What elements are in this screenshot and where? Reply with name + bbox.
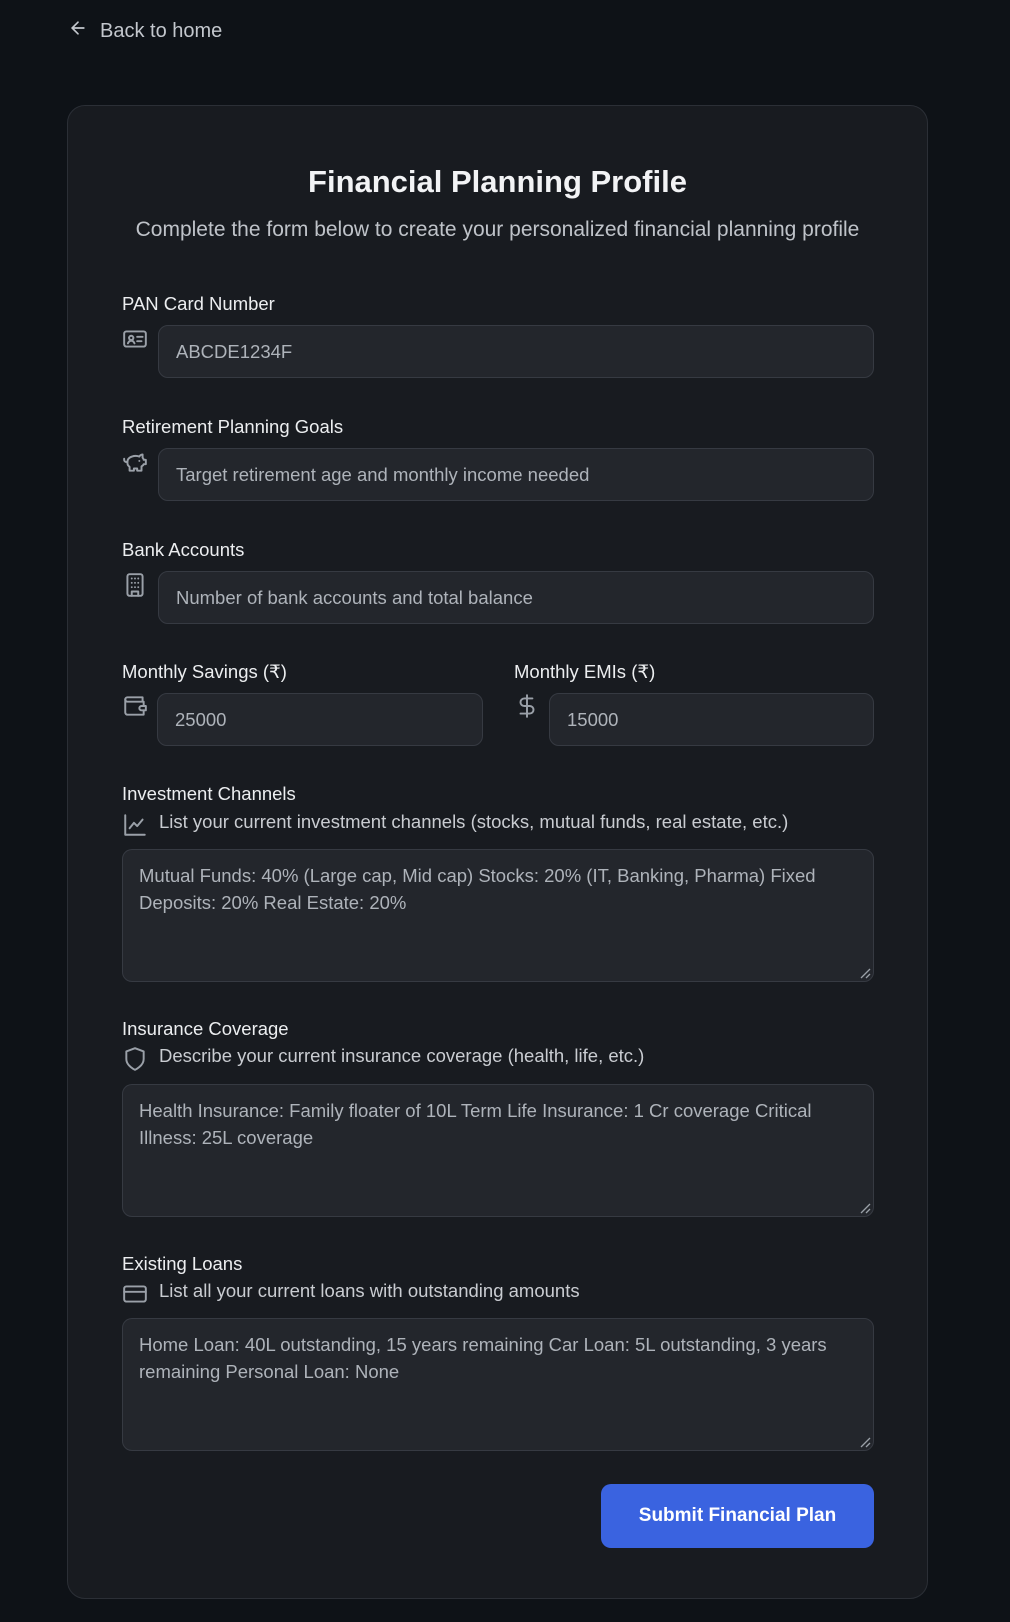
existing-loans-text: Home Loan: 40L outstanding, 15 years rem… xyxy=(139,1334,827,1382)
id-card-icon xyxy=(122,326,148,352)
arrow-left-icon xyxy=(68,18,88,44)
credit-card-icon xyxy=(122,1281,148,1307)
resize-handle-icon[interactable] xyxy=(857,1200,871,1214)
dollar-icon xyxy=(514,693,540,719)
monthly-emis-input[interactable]: 15000 xyxy=(549,693,874,746)
page-subtitle: Complete the form below to create your p… xyxy=(135,218,860,241)
back-to-home-link[interactable]: Back to home xyxy=(68,18,222,44)
resize-handle-icon[interactable] xyxy=(857,965,871,979)
insurance-coverage-hint: Describe your current insurance coverage… xyxy=(159,1045,645,1066)
bank-accounts-input[interactable]: Number of bank accounts and total balanc… xyxy=(158,571,874,624)
page-title: Financial Planning Profile xyxy=(308,164,687,199)
shield-icon xyxy=(122,1046,148,1072)
retirement-label: Retirement Planning Goals xyxy=(122,416,344,437)
monthly-savings-label: Monthly Savings (₹) xyxy=(122,661,287,682)
back-to-home-label: Back to home xyxy=(100,19,223,42)
insurance-coverage-label: Insurance Coverage xyxy=(122,1018,289,1039)
investment-channels-label: Investment Channels xyxy=(122,783,296,804)
submit-financial-plan-button[interactable]: Submit Financial Plan xyxy=(601,1484,874,1548)
investment-channels-hint: List your current investment channels (s… xyxy=(159,811,789,832)
line-chart-icon xyxy=(122,812,148,838)
piggy-bank-icon xyxy=(122,449,148,475)
profile-form-card: Financial Planning Profile Complete the … xyxy=(67,105,928,1599)
existing-loans-label: Existing Loans xyxy=(122,1253,243,1274)
insurance-coverage-text: Health Insurance: Family floater of 10L … xyxy=(139,1100,812,1148)
investment-channels-textarea[interactable]: Mutual Funds: 40% (Large cap, Mid cap) S… xyxy=(122,849,874,982)
investment-channels-text: Mutual Funds: 40% (Large cap, Mid cap) S… xyxy=(139,865,816,913)
resize-handle-icon[interactable] xyxy=(857,1434,871,1448)
monthly-emis-label: Monthly EMIs (₹) xyxy=(514,661,656,682)
monthly-savings-input[interactable]: 25000 xyxy=(157,693,483,746)
insurance-coverage-textarea[interactable]: Health Insurance: Family floater of 10L … xyxy=(122,1084,874,1217)
pan-input[interactable]: ABCDE1234F xyxy=(158,325,874,378)
existing-loans-hint: List all your current loans with outstan… xyxy=(159,1280,580,1301)
building-icon xyxy=(122,572,148,598)
wallet-icon xyxy=(122,693,148,719)
retirement-goals-input[interactable]: Target retirement age and monthly income… xyxy=(158,448,874,501)
existing-loans-textarea[interactable]: Home Loan: 40L outstanding, 15 years rem… xyxy=(122,1318,874,1451)
bank-accounts-label: Bank Accounts xyxy=(122,539,245,560)
pan-label: PAN Card Number xyxy=(122,293,275,314)
